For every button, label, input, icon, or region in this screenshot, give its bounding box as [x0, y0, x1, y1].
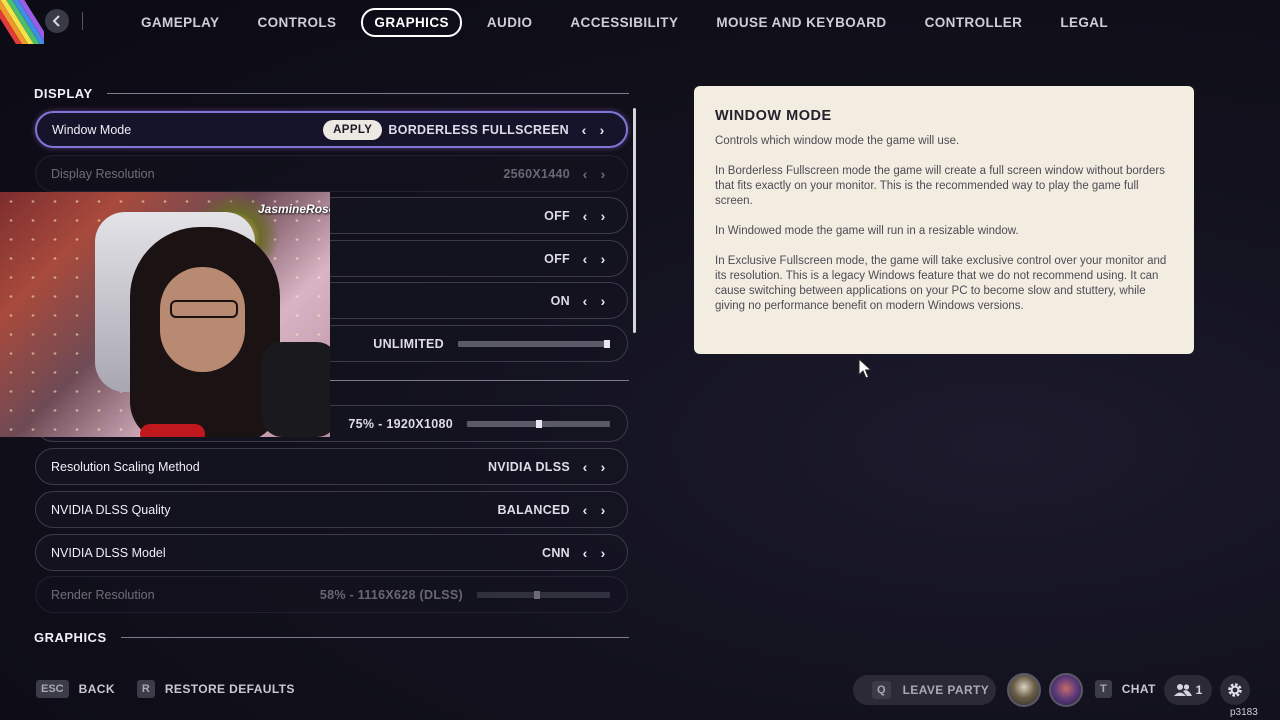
slider[interactable] — [467, 419, 610, 428]
friends-count: 1 — [1195, 683, 1203, 697]
key-hint-q: Q — [872, 681, 891, 699]
setting-window-mode[interactable]: Window Mode APPLY BORDERLESS FULLSCREEN … — [35, 111, 628, 148]
apply-button[interactable]: APPLY — [323, 119, 383, 140]
back-button[interactable]: BACK — [79, 682, 115, 696]
webcam-microphone — [262, 342, 330, 437]
key-hint-t: T — [1095, 680, 1112, 698]
section-title-graphics: GRAPHICS — [34, 630, 107, 645]
setting-dlss-model[interactable]: NVIDIA DLSS Model CNN ‹ › — [35, 534, 628, 571]
game-logo — [0, 0, 44, 44]
chevron-right-icon: › — [600, 165, 606, 182]
description-paragraph: In Windowed mode the game will run in a … — [715, 225, 1019, 237]
tab-audio[interactable]: AUDIO — [474, 8, 546, 37]
setting-value: BORDERLESS FULLSCREEN — [388, 122, 569, 137]
description-paragraph: In Borderless Fullscreen mode the game w… — [715, 165, 1165, 207]
setting-value: OFF — [544, 251, 570, 266]
back-nav-button[interactable] — [45, 9, 69, 33]
chevron-left-icon[interactable]: ‹ — [576, 293, 594, 309]
setting-label: Render Resolution — [51, 587, 155, 602]
tab-gameplay[interactable]: GAMEPLAY — [128, 8, 232, 37]
settings-button[interactable] — [1220, 675, 1250, 705]
section-divider — [120, 637, 629, 638]
setting-value: 58% - 1116X628 (DLSS) — [319, 587, 463, 602]
chevron-left-icon[interactable]: ‹ — [576, 208, 594, 224]
tab-accessibility[interactable]: ACCESSIBILITY — [557, 8, 691, 37]
setting-value: BALANCED — [497, 502, 570, 517]
chevron-right-icon[interactable]: › — [594, 545, 612, 561]
tab-legal[interactable]: LEGAL — [1047, 8, 1121, 37]
setting-value: 75% - 1920X1080 — [348, 416, 453, 431]
webcam-face — [160, 267, 245, 372]
webcam-overlay: JasmineRosexo — [0, 192, 330, 437]
webcam-bow — [140, 424, 205, 437]
section-title-display: DISPLAY — [34, 86, 93, 101]
setting-label: NVIDIA DLSS Quality — [51, 502, 171, 517]
setting-value: NVIDIA DLSS — [487, 459, 570, 474]
description-paragraph: In Exclusive Fullscreen mode, the game w… — [715, 255, 1167, 312]
chevron-right-icon[interactable]: › — [594, 502, 612, 518]
gear-icon — [1228, 683, 1242, 697]
chevron-left-icon[interactable]: ‹ — [576, 502, 594, 518]
key-hint-esc: ESC — [36, 680, 69, 698]
slider[interactable] — [458, 339, 610, 348]
description-title: WINDOW MODE — [715, 108, 832, 124]
chevron-left-icon[interactable]: ‹ — [576, 545, 594, 561]
setting-value: CNN — [542, 545, 570, 560]
chat-button[interactable]: T CHAT — [1095, 680, 1156, 698]
avatar[interactable] — [1049, 673, 1083, 707]
leave-party-label: LEAVE PARTY — [902, 683, 990, 697]
friends-icon — [1173, 684, 1192, 696]
setting-value: OFF — [544, 208, 570, 223]
webcam-glasses — [170, 300, 238, 318]
chevron-right-icon[interactable]: › — [594, 251, 612, 267]
chevron-right-icon[interactable]: › — [594, 293, 612, 309]
setting-description-card: WINDOW MODE Controls which window mode t… — [694, 86, 1194, 354]
setting-value: UNLIMITED — [373, 336, 444, 351]
restore-defaults-button[interactable]: RESTORE DEFAULTS — [165, 682, 295, 696]
chevron-left-icon[interactable]: ‹ — [576, 459, 594, 475]
setting-value: 2560X1440 — [503, 166, 570, 181]
chevron-left-icon[interactable]: ‹ — [576, 251, 594, 267]
footer-actions: ESC BACK R RESTORE DEFAULTS — [36, 680, 317, 698]
setting-render-resolution: Render Resolution 58% - 1116X628 (DLSS) — [35, 576, 628, 613]
setting-label: NVIDIA DLSS Model — [51, 545, 166, 560]
chevron-right-icon[interactable]: › — [593, 122, 611, 138]
description-paragraph: Controls which window mode the game will… — [715, 135, 960, 147]
chevron-right-icon[interactable]: › — [594, 459, 612, 475]
tab-graphics[interactable]: GRAPHICS — [361, 8, 462, 37]
setting-display-resolution: Display Resolution 2560X1440 ‹ › — [35, 155, 628, 192]
chevron-left-icon — [52, 15, 60, 27]
tab-controls[interactable]: CONTROLS — [244, 8, 349, 37]
slider — [477, 590, 610, 599]
chat-label: CHAT — [1121, 682, 1156, 696]
scrollbar[interactable] — [633, 108, 636, 333]
tab-mouse-and-keyboard[interactable]: MOUSE AND KEYBOARD — [703, 8, 899, 37]
mouse-cursor-icon — [858, 358, 873, 379]
leave-party-button[interactable]: Q LEAVE PARTY — [853, 675, 996, 705]
tab-controller[interactable]: CONTROLLER — [912, 8, 1036, 37]
setting-dlss-quality[interactable]: NVIDIA DLSS Quality BALANCED ‹ › — [35, 491, 628, 528]
section-graphics: GRAPHICS — [34, 630, 629, 645]
avatar[interactable] — [1007, 673, 1041, 707]
streamer-tag: JasmineRosexo — [258, 202, 330, 216]
setting-label: Window Mode — [52, 122, 132, 137]
chevron-left-icon: ‹ — [582, 165, 588, 182]
nav-divider — [82, 12, 83, 30]
slider-knob[interactable] — [535, 419, 542, 428]
setting-value: ON — [550, 293, 570, 308]
slider-knob[interactable] — [604, 339, 610, 348]
slider-knob — [534, 590, 541, 599]
build-version: p3183 — [1230, 707, 1258, 718]
section-display: DISPLAY — [34, 86, 629, 101]
friends-button[interactable]: 1 — [1164, 675, 1212, 705]
chevron-left-icon[interactable]: ‹ — [575, 122, 593, 138]
setting-label: Resolution Scaling Method — [51, 459, 200, 474]
setting-resolution-scaling-method[interactable]: Resolution Scaling Method NVIDIA DLSS ‹ … — [35, 448, 628, 485]
setting-label: Display Resolution — [51, 166, 155, 181]
settings-tabs: GAMEPLAY CONTROLS GRAPHICS AUDIO ACCESSI… — [128, 8, 1133, 37]
section-divider — [106, 93, 629, 94]
chevron-right-icon[interactable]: › — [594, 208, 612, 224]
key-hint-r: R — [136, 680, 155, 698]
